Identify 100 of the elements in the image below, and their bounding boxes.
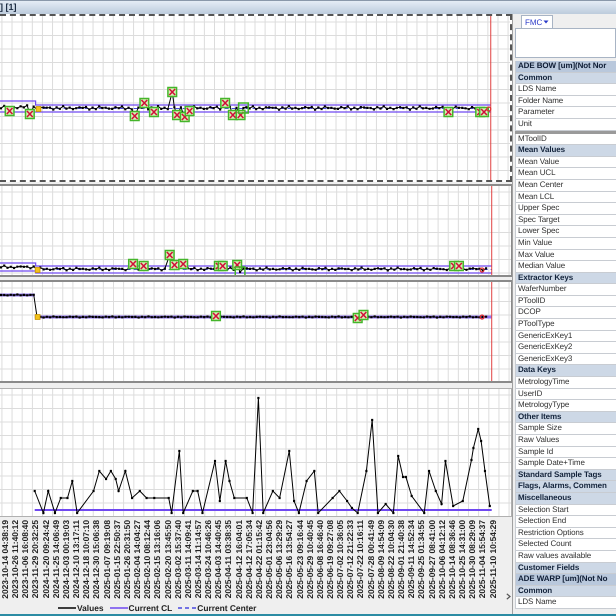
- property-label: MetrologyTime: [515, 377, 616, 389]
- axis-label: 2025-02-20 13:45:50: [162, 520, 173, 599]
- axis-label: 2025-02-15 13:16:06: [152, 520, 162, 599]
- violation-marker-icon: [358, 310, 369, 320]
- property-label: Sample Size: [515, 423, 616, 435]
- violation-marker-icon: [24, 108, 35, 120]
- property-label: Raw Values: [515, 435, 616, 447]
- legend-label: Current Center: [197, 603, 256, 613]
- axis-label: 2025-07-28 00:41:49: [366, 520, 376, 599]
- property-label: Selection Start: [515, 504, 616, 516]
- property-label: DCOP: [515, 307, 616, 320]
- property-label: UserID: [515, 388, 616, 400]
- violation-marker-icon: [454, 260, 464, 272]
- property-label: Selection End: [515, 516, 616, 528]
- group-header[interactable]: ADE BOW [um](Not Nor: [515, 61, 616, 73]
- control-chart[interactable]: [0, 388, 512, 517]
- section-header[interactable]: Flags, Alarms, Commen: [515, 481, 616, 493]
- axis-label: 2025-10-25 14:31:00: [457, 520, 468, 599]
- axis-label: 2025-06-08 16:46:40: [314, 520, 325, 599]
- violation-marker-icon: [220, 98, 230, 108]
- property-label: MetrologyType: [515, 400, 616, 412]
- axis-label: 2025-05-01 23:04:56: [264, 520, 274, 599]
- axis-label: 2025-02-10 08:12:44: [142, 520, 152, 599]
- caret-icon: [543, 20, 550, 24]
- section-header[interactable]: Miscellaneous: [515, 492, 616, 505]
- property-label: Parameter: [515, 107, 616, 119]
- violation-marker-icon: [169, 260, 180, 270]
- group-header[interactable]: ADE WARP [um](Not No: [515, 574, 616, 586]
- section-header[interactable]: Standard Sample Tags: [515, 470, 616, 482]
- violation-marker-icon: [218, 260, 228, 272]
- section-header[interactable]: Common: [515, 72, 616, 84]
- property-label: Unit: [515, 118, 616, 131]
- end-point-icon: [480, 267, 485, 273]
- axis-label: 2023-10-26 11:40:12: [10, 520, 20, 598]
- axis-label: 2025-03-24 10:46:26: [203, 520, 214, 599]
- violation-marker-icon: [138, 260, 149, 272]
- legend-label: Values: [77, 603, 104, 613]
- axis-label: 2025-05-06 13:29:29: [274, 520, 284, 599]
- small-square-marker-icon: [36, 106, 42, 112]
- violation-marker-icon: [164, 250, 175, 260]
- axis-label: 2025-07-22 10:16:11: [355, 520, 366, 598]
- axis-label: 2025-10-30 08:29:09: [467, 520, 478, 599]
- axis-label: 2025-03-02 15:37:40: [172, 520, 183, 599]
- violation-marker-icon: [178, 258, 188, 270]
- violation-marker-icon: [4, 106, 15, 116]
- axis-label: 2025-08-09 14:54:09: [376, 520, 386, 599]
- axis-label: 2024-12-30 15:06:38: [91, 520, 102, 599]
- axis-label: 2023-11-29 20:32:25: [30, 520, 41, 598]
- section-header[interactable]: Common: [515, 586, 616, 598]
- axis-label: 2024-12-03 00:19:03: [60, 520, 72, 599]
- section-header[interactable]: Customer Fields: [515, 562, 616, 574]
- property-label: Mean LCL: [515, 192, 616, 204]
- property-label: Sample Date+Time: [515, 458, 616, 470]
- property-label: Mean Center: [515, 180, 616, 192]
- property-label: GenericExKey2: [515, 342, 616, 354]
- axis-label: 2025-04-11 03:38:35: [223, 520, 234, 598]
- violation-marker-icon: [128, 258, 138, 270]
- violation-marker-icon: [210, 310, 222, 322]
- property-label: Spec Target: [515, 214, 616, 226]
- violation-marker-icon: [443, 106, 454, 118]
- section-header[interactable]: Data Keys: [515, 365, 616, 378]
- property-label: Max Value: [515, 250, 616, 262]
- axis-label: 2025-02-04 14:04:27: [132, 520, 142, 599]
- property-label: Restriction Options: [515, 528, 616, 540]
- axis-label: 2025-01-07 09:19:08: [102, 520, 112, 599]
- section-header[interactable]: Other Items: [515, 412, 616, 424]
- axis-label: 2024-12-18 10:07:10: [81, 520, 92, 599]
- axis-label: 2023-10-14 04:38:19: [0, 520, 10, 599]
- property-label: LDS Name: [515, 597, 616, 609]
- end-point-icon: [486, 106, 492, 112]
- property-label: Mean Value: [515, 156, 616, 168]
- property-label: Sample Id: [515, 446, 616, 458]
- axis-label: 2025-05-23 09:16:44: [294, 520, 305, 599]
- panel-tab[interactable]: FMC: [521, 15, 554, 28]
- scroll-right-icon[interactable]: [506, 593, 511, 600]
- small-square-marker-icon: [34, 314, 40, 320]
- property-label: Folder Name: [515, 96, 616, 108]
- control-chart[interactable]: [0, 14, 512, 182]
- property-label: Selected Count: [515, 539, 616, 551]
- property-label: Mean UCL: [515, 168, 616, 180]
- small-square-marker-icon: [34, 267, 40, 273]
- violation-marker-icon: [148, 106, 160, 118]
- axis-label: 2025-09-11 14:52:34: [406, 520, 416, 598]
- violation-marker-icon: [184, 106, 195, 116]
- section-header[interactable]: Mean Values: [515, 145, 616, 157]
- axis-label: 2025-01-15 22:50:37: [112, 520, 122, 599]
- axis-label: 2025-05-29 10:40:45: [304, 520, 315, 599]
- property-label: Min Value: [515, 238, 616, 250]
- axis-label: 2025-04-22 01:15:42: [254, 520, 264, 599]
- property-label: Raw values available: [515, 550, 616, 563]
- section-header[interactable]: Extractor Keys: [515, 272, 616, 284]
- property-label: GenericExKey1: [515, 330, 616, 342]
- axis-label: 2025-11-04 15:54:37: [477, 520, 488, 598]
- axis-label: 2025-04-12 17:05:34: [244, 520, 254, 599]
- axis-label: 2025-07-12 21:22:33: [345, 520, 356, 599]
- axis-label: 2025-09-01 21:40:38: [396, 520, 406, 599]
- property-label: Lower Spec: [515, 226, 616, 238]
- property-label: LDS Name: [515, 84, 616, 96]
- axis-label: 2025-06-19 09:27:08: [325, 520, 336, 599]
- property-label: Median Value: [515, 261, 616, 273]
